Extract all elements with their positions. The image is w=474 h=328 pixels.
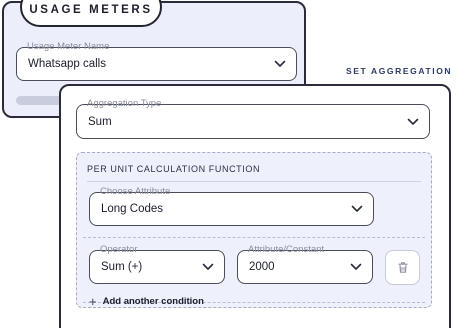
chevron-down-icon [407, 118, 419, 125]
per-unit-calculation-panel: PER UNIT CALCULATION FUNCTION Choose Att… [76, 152, 432, 308]
aggregation-type-select[interactable]: Aggregation Type Sum [76, 98, 430, 139]
attribute-constant-select[interactable]: Attribute/Constant 2000 [237, 244, 373, 284]
chevron-down-icon [350, 263, 362, 270]
choose-attribute-label: Choose Attribute [100, 186, 171, 197]
trash-icon [397, 262, 408, 273]
usage-meter-name-select[interactable]: Usage Meter Name Whatsapp calls [16, 41, 297, 81]
operator-label: Operator [100, 244, 138, 255]
set-aggregation-heading: SET AGGREGATION [346, 66, 453, 76]
aggregation-card: Aggregation Type Sum PER UNIT CALCULATIO… [59, 84, 451, 328]
chevron-down-icon [274, 60, 286, 67]
usage-meter-name-label: Usage Meter Name [27, 41, 110, 52]
choose-attribute-value: Long Codes [101, 203, 164, 215]
attribute-constant-label: Attribute/Constant [248, 244, 325, 255]
add-condition-label: Add another condition [102, 296, 204, 307]
choose-attribute-select[interactable]: Choose Attribute Long Codes [89, 186, 374, 226]
usage-meters-tab[interactable]: USAGE METERS [20, 0, 162, 27]
attribute-constant-value: 2000 [249, 261, 275, 273]
calculation-function-title: PER UNIT CALCULATION FUNCTION [87, 164, 261, 174]
aggregation-type-value: Sum [88, 115, 112, 128]
operator-value: Sum (+) [101, 261, 143, 273]
usage-meter-name-value: Whatsapp calls [28, 58, 106, 70]
plus-icon: + [89, 294, 97, 309]
aggregation-type-label: Aggregation Type [87, 98, 162, 109]
add-condition-button[interactable]: + Add another condition [89, 295, 204, 308]
usage-meters-tab-label: USAGE METERS [29, 4, 153, 16]
chevron-down-icon [202, 263, 214, 270]
divider [87, 181, 421, 182]
delete-condition-button[interactable] [385, 250, 420, 285]
chevron-down-icon [351, 205, 363, 212]
operator-select[interactable]: Operator Sum (+) [89, 244, 225, 284]
